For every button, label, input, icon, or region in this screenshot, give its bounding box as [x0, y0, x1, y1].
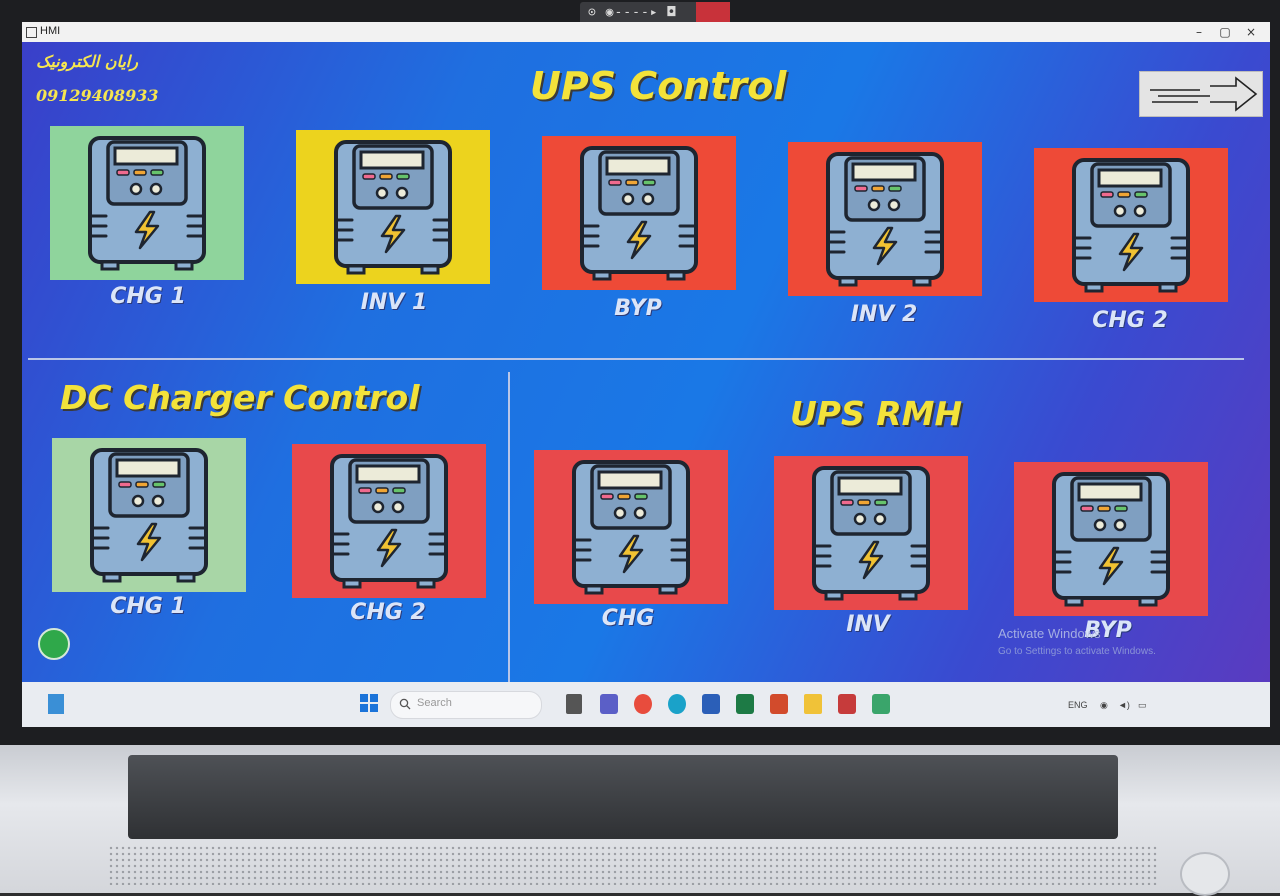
speaker-grille	[108, 845, 1158, 885]
minimize-button[interactable]: –	[1186, 23, 1212, 41]
widgets-icon[interactable]	[48, 694, 64, 714]
hmi-panel: رایان الکترونیک 09129408933 UPS Control	[22, 42, 1270, 682]
brand-name: رایان الکترونیک	[36, 52, 138, 71]
dc-charger-control-title: DC Charger Control	[60, 378, 420, 417]
folder-icon[interactable]	[804, 694, 822, 714]
ups-device-icon	[826, 152, 944, 287]
tile-label: INV 1	[360, 290, 428, 315]
dc-charger-tile-chg2[interactable]	[292, 444, 486, 598]
ups-control-tile-byp[interactable]	[542, 136, 736, 290]
camera-icon: ⊙ ◉----▸ ◘	[588, 5, 677, 20]
tile-label: INV 2	[850, 302, 918, 327]
close-button[interactable]: ×	[1238, 23, 1264, 41]
tile-label: CHG 2	[1092, 308, 1168, 333]
ups-rmh-tile-inv[interactable]	[774, 456, 968, 610]
chrome-icon[interactable]	[634, 694, 652, 714]
search-icon	[399, 698, 411, 710]
window-titlebar: HMI – ▢ ×	[22, 22, 1270, 42]
ups-device-icon	[330, 454, 448, 589]
word-icon[interactable]	[702, 694, 720, 714]
ups-control-tile-inv1[interactable]	[296, 130, 490, 284]
app-window-icon	[26, 27, 37, 38]
ups-rmh-tile-byp[interactable]	[1014, 462, 1208, 616]
activate-windows-hint: Go to Settings to activate Windows.	[998, 646, 1156, 657]
ups-device-icon	[334, 140, 452, 275]
windows-start-icon[interactable]	[360, 694, 378, 714]
tile-label: CHG 1	[110, 284, 186, 309]
ups-control-tile-chg2[interactable]	[1034, 148, 1228, 302]
excel-icon[interactable]	[736, 694, 754, 714]
ups-device-icon	[1052, 472, 1170, 607]
screen: HMI – ▢ × رایان الکترونیک 09129408933 UP…	[22, 22, 1270, 727]
laptop-hinge	[128, 755, 1118, 839]
ups-device-icon	[88, 136, 206, 271]
language-indicator[interactable]: ENG	[1068, 700, 1088, 710]
edge-icon[interactable]	[668, 694, 686, 714]
ups-device-icon	[1072, 158, 1190, 293]
ups-rmh-title: UPS RMH	[790, 394, 963, 433]
status-indicator	[38, 628, 70, 660]
network-icon[interactable]: ◉	[1100, 700, 1108, 711]
power-button	[1180, 852, 1230, 896]
ups-device-icon	[90, 448, 208, 583]
app-icon[interactable]	[838, 694, 856, 714]
section-divider	[508, 372, 510, 682]
powerpoint-icon[interactable]	[770, 694, 788, 714]
tile-label: CHG 2	[350, 600, 426, 625]
next-page-button[interactable]	[1139, 71, 1263, 117]
ups-rmh-tile-chg[interactable]	[534, 450, 728, 604]
ups-device-icon	[572, 460, 690, 595]
tile-label: CHG 1	[110, 594, 186, 619]
ups-device-icon	[812, 466, 930, 601]
tile-label: BYP	[614, 296, 662, 321]
teams-icon[interactable]	[600, 694, 618, 714]
battery-icon[interactable]: ▭	[1138, 700, 1147, 711]
taskbar-search[interactable]: Search	[390, 691, 542, 719]
activate-windows-watermark: Activate Windows	[998, 626, 1101, 641]
window-title: HMI	[40, 25, 61, 37]
dc-charger-tile-chg1[interactable]	[52, 438, 246, 592]
tile-label: CHG	[601, 606, 655, 631]
volume-icon[interactable]: ◄)	[1118, 700, 1130, 710]
search-placeholder: Search	[417, 697, 452, 709]
ups-control-title: UPS Control	[530, 64, 787, 108]
windows-taskbar: Search ENG ◉ ◄) ▭	[22, 682, 1270, 727]
phone-number: 09129408933	[36, 86, 159, 105]
maximize-button[interactable]: ▢	[1212, 23, 1238, 41]
ups-control-tile-chg1[interactable]	[50, 126, 244, 280]
arrow-right-icon	[1150, 76, 1258, 112]
ups-control-tile-inv2[interactable]	[788, 142, 982, 296]
file-explorer-icon[interactable]	[566, 694, 582, 714]
tile-label: INV	[846, 612, 890, 637]
ups-device-icon	[580, 146, 698, 281]
hmi-app-icon[interactable]	[872, 694, 890, 714]
section-divider	[28, 358, 1244, 360]
